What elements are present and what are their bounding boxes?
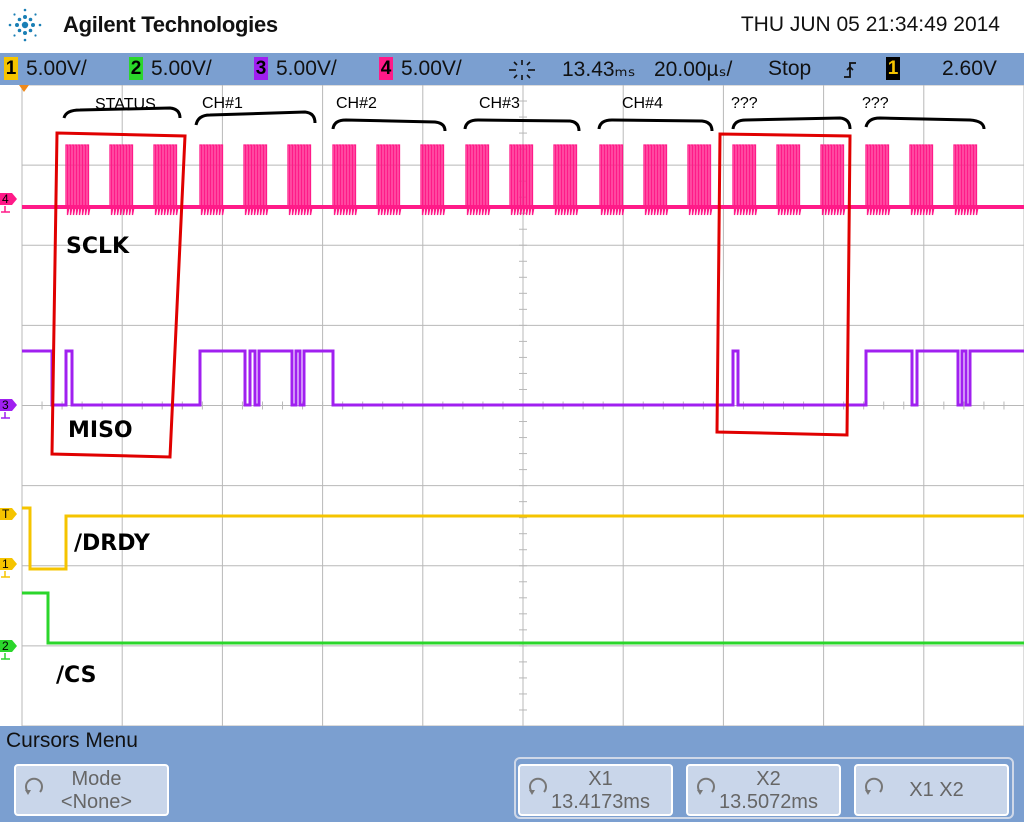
x2-softkey[interactable]: X2 13.5072ms — [686, 764, 841, 816]
group-label-unknown-1: ??? — [731, 95, 758, 112]
ch2-ground-marker: 2 — [0, 639, 17, 660]
ch1-scale[interactable]: 1 5.00V/ — [4, 57, 87, 81]
ch1-marker-label: 1 — [2, 557, 9, 571]
ch3-badge: 3 — [254, 57, 268, 80]
trigger-marker-label: T — [2, 507, 10, 521]
delay-icon — [509, 60, 535, 80]
title-bar: Agilent Technologies THU JUN 05 21:34:49… — [0, 0, 1024, 53]
ch4-scale[interactable]: 4 5.00V/ — [379, 57, 462, 81]
signal-label-drdy: /DRDY — [74, 531, 151, 556]
status-bar: 1 5.00V/ 2 5.00V/ 3 5.00V/ 4 5.00V/ 13.43ₘₛ … — [0, 53, 1024, 85]
group-label-ch4: CH#4 — [622, 95, 663, 112]
ch3-scale-value: 5.00V/ — [276, 57, 337, 80]
trigger-level[interactable]: 2.60V — [942, 57, 997, 81]
ch3-scale[interactable]: 3 5.00V/ — [254, 57, 337, 81]
waveform-canvas: STATUS CH#1 CH#2 CH#3 CH#4 ??? ??? SCLK … — [0, 85, 1024, 726]
brand-name: Agilent Technologies — [63, 12, 278, 37]
run-state[interactable]: Stop — [768, 57, 811, 81]
ch1-ground-marker: 1 — [0, 557, 17, 578]
trigger-source-badge: 1 — [886, 57, 900, 80]
group-label-ch2: CH#2 — [336, 95, 377, 112]
x1-value: 13.4173ms — [551, 791, 650, 813]
mode-label: Mode — [71, 768, 122, 790]
ch1-scale-value: 5.00V/ — [26, 57, 87, 80]
ch2-marker-label: 2 — [2, 639, 9, 653]
mode-softkey[interactable]: Mode <None> — [14, 764, 169, 816]
trigger-position-marker — [19, 85, 29, 92]
x1-label: X1 — [588, 768, 613, 790]
group-label-ch1: CH#1 — [202, 95, 243, 112]
group-label-ch3: CH#3 — [479, 95, 520, 112]
ch1-badge: 1 — [4, 57, 18, 80]
trigger-level-marker: T — [0, 507, 17, 521]
x1x2-softkey[interactable]: X1 X2 — [854, 764, 1009, 816]
sclk-trace — [22, 144, 1024, 216]
waveform-display[interactable]: STATUS CH#1 CH#2 CH#3 CH#4 ??? ??? SCLK … — [0, 85, 1024, 726]
delay-value[interactable]: 13.43ₘₛ — [562, 57, 635, 82]
ch4-badge: 4 — [379, 57, 393, 80]
x2-value: 13.5072ms — [719, 791, 818, 813]
ch4-scale-value: 5.00V/ — [401, 57, 462, 80]
trigger-edge-icon — [844, 62, 856, 78]
x2-label: X2 — [756, 768, 781, 790]
signal-labels: SCLK MISO /DRDY /CS — [56, 234, 151, 688]
group-label-unknown-2: ??? — [862, 95, 889, 112]
mode-value: <None> — [60, 791, 133, 813]
signal-label-sclk: SCLK — [66, 234, 130, 259]
trigger-source[interactable]: 1 — [886, 57, 908, 81]
group-label-status: STATUS — [95, 96, 156, 113]
ch4-ground-marker: 4 — [0, 192, 17, 213]
menu-title: Cursors Menu — [6, 729, 138, 752]
x1-softkey[interactable]: X1 13.4173ms — [518, 764, 673, 816]
timebase-value[interactable]: 20.00µₛ/ — [654, 57, 732, 82]
ch2-badge: 2 — [129, 57, 143, 80]
date-time: THU JUN 05 21:34:49 2014 — [740, 13, 1000, 36]
ch4-marker-label: 4 — [2, 192, 9, 206]
channel-markers: 4 3 T 1 2 — [0, 192, 17, 660]
x1x2-label: X1 X2 — [909, 779, 964, 801]
signal-label-cs: /CS — [56, 663, 96, 688]
group-labels: STATUS CH#1 CH#2 CH#3 CH#4 ??? ??? — [95, 95, 889, 113]
ch2-scale-value: 5.00V/ — [151, 57, 212, 80]
agilent-spark-icon — [8, 8, 42, 42]
ch2-scale[interactable]: 2 5.00V/ — [129, 57, 212, 81]
ch3-ground-marker: 3 — [0, 398, 17, 419]
softkey-menu: Cursors Menu Mode <None> X1 13.4173ms X2… — [0, 726, 1024, 822]
ch3-marker-label: 3 — [2, 398, 9, 412]
signal-label-miso: MISO — [68, 418, 133, 443]
